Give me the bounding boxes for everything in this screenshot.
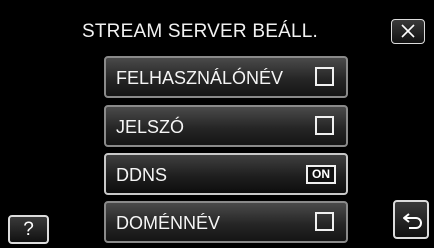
- menu-item-label: DDNS: [116, 165, 168, 185]
- close-button[interactable]: [391, 19, 425, 44]
- page-title: STREAM SERVER BEÁLL.: [82, 21, 318, 42]
- back-button[interactable]: [393, 200, 429, 239]
- menu-item-label: DOMÉNNÉV: [116, 213, 221, 233]
- username-checkbox[interactable]: [315, 67, 334, 86]
- menu-item-password[interactable]: JELSZÓ: [104, 105, 348, 147]
- domain-name-checkbox[interactable]: [315, 212, 334, 231]
- close-icon: [401, 24, 415, 38]
- help-button[interactable]: ?: [8, 215, 49, 244]
- password-checkbox[interactable]: [315, 116, 334, 135]
- menu-item-label: FELHASZNÁLÓNÉV: [116, 68, 284, 88]
- ddns-on-toggle[interactable]: ON: [306, 165, 336, 184]
- menu-item-ddns[interactable]: DDNS ON: [104, 153, 348, 195]
- return-arrow-icon: [403, 213, 422, 229]
- menu-item-label: JELSZÓ: [116, 117, 185, 137]
- settings-screen: STREAM SERVER BEÁLL. FELHASZNÁLÓNÉV JELS…: [0, 0, 434, 248]
- menu-item-domain-name[interactable]: DOMÉNNÉV: [104, 201, 348, 243]
- menu-item-username[interactable]: FELHASZNÁLÓNÉV: [104, 56, 348, 98]
